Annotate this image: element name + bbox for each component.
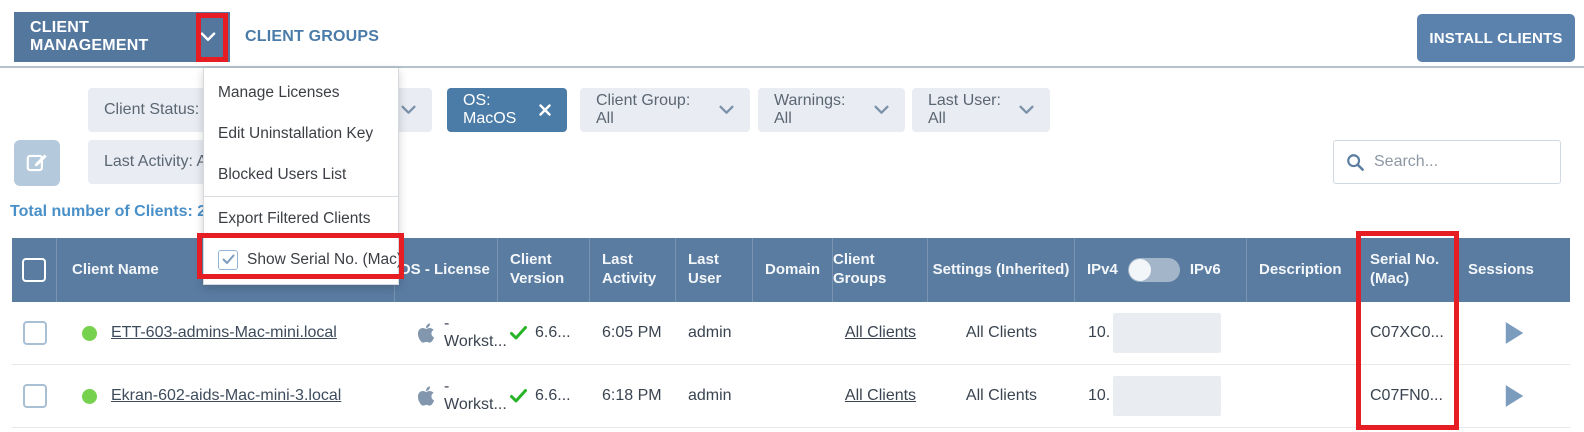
menu-item-manage-licenses[interactable]: Manage Licenses xyxy=(204,72,398,113)
header-description[interactable]: Description xyxy=(1247,238,1358,302)
menu-item-show-serial-no-mac[interactable]: Show Serial No. (Mac) xyxy=(204,239,398,280)
show-serial-checkbox[interactable] xyxy=(218,250,238,270)
header-domain[interactable]: Domain xyxy=(753,238,833,302)
serial-no-text: C07XC0... xyxy=(1358,302,1458,364)
filter-last-activity-label: Last Activity: A xyxy=(104,153,207,171)
chevron-down-icon xyxy=(401,105,416,115)
close-icon[interactable] xyxy=(539,104,551,116)
header-select-all xyxy=(12,238,57,302)
version-ok-check-icon xyxy=(510,326,527,340)
menu-item-blocked-users-list[interactable]: Blocked Users List xyxy=(204,154,398,195)
total-clients-count: Total number of Clients: 2 xyxy=(10,203,206,221)
table-row: Ekran-602-aids-Mac-mini-3.local - Workst… xyxy=(12,365,1570,428)
header-sessions[interactable]: Sessions xyxy=(1458,238,1570,302)
header-ip: IPv4 IPv6 xyxy=(1075,238,1247,302)
filter-last-user-label: Last User: All xyxy=(928,92,1007,128)
client-version-text: 6.6... xyxy=(535,387,571,405)
last-activity-text: 6:05 PM xyxy=(590,302,676,364)
client-name-link[interactable]: ETT-603-admins-Mac-mini.local xyxy=(111,324,337,342)
install-clients-button[interactable]: INSTALL CLIENTS xyxy=(1417,14,1575,62)
client-management-dropdown-menu: Manage Licenses Edit Uninstallation Key … xyxy=(203,68,399,285)
pencil-square-icon xyxy=(24,150,50,176)
table-row: ETT-603-admins-Mac-mini.local - Workst..… xyxy=(12,302,1570,365)
last-activity-text: 6:18 PM xyxy=(590,365,676,427)
select-all-checkbox[interactable] xyxy=(22,258,46,282)
description-text xyxy=(1247,302,1358,364)
redacted-ip-block xyxy=(1113,376,1221,416)
search-icon xyxy=(1346,153,1364,171)
redacted-ip-block xyxy=(1113,313,1221,353)
header-serial-no-mac[interactable]: Serial No. (Mac) xyxy=(1358,238,1458,302)
menu-divider xyxy=(204,196,398,197)
filter-last-user[interactable]: Last User: All xyxy=(912,88,1050,132)
filter-os-macos[interactable]: OS: MacOS xyxy=(447,88,567,132)
filter-warnings-label: Warnings: All xyxy=(774,92,862,128)
toggle-knob xyxy=(1129,259,1151,281)
online-status-icon xyxy=(82,326,97,341)
client-version-text: 6.6... xyxy=(535,324,571,342)
filter-client-status-label: Client Status: xyxy=(104,101,199,119)
ip-prefix-text: 10. xyxy=(1088,387,1110,405)
domain-text xyxy=(753,302,833,364)
tab-client-groups[interactable]: CLIENT GROUPS xyxy=(245,12,379,62)
online-status-icon xyxy=(82,389,97,404)
client-management-screen: CLIENT MANAGEMENT CLIENT GROUPS INSTALL … xyxy=(0,0,1584,432)
play-sessions-button[interactable] xyxy=(1503,384,1526,408)
chevron-down-icon xyxy=(719,105,734,115)
last-user-text: admin xyxy=(676,302,753,364)
row-checkbox[interactable] xyxy=(23,384,47,408)
filter-client-group[interactable]: Client Group: All xyxy=(580,88,750,132)
header-last-activity[interactable]: Last Activity xyxy=(590,238,676,302)
client-groups-link[interactable]: All Clients xyxy=(845,324,916,342)
apple-icon xyxy=(417,322,435,344)
filter-client-group-label: Client Group: All xyxy=(596,92,707,128)
show-serial-label: Show Serial No. (Mac) xyxy=(247,251,402,269)
ipv6-label: IPv6 xyxy=(1190,261,1221,280)
serial-no-text: C07FN0... xyxy=(1358,365,1458,427)
client-name-link[interactable]: Ekran-602-aids-Mac-mini-3.local xyxy=(111,387,341,405)
last-user-text: admin xyxy=(676,365,753,427)
filter-warnings[interactable]: Warnings: All xyxy=(758,88,905,132)
filter-os-label: OS: MacOS xyxy=(463,92,527,128)
client-management-label: CLIENT MANAGEMENT xyxy=(30,19,200,55)
domain-text xyxy=(753,365,833,427)
chevron-down-icon xyxy=(874,105,889,115)
header-os-license[interactable]: OS - License xyxy=(395,238,498,302)
menu-item-export-filtered-clients[interactable]: Export Filtered Clients xyxy=(204,198,398,239)
ipv4-ipv6-toggle[interactable] xyxy=(1128,258,1180,282)
version-ok-check-icon xyxy=(510,389,527,403)
chevron-down-icon[interactable] xyxy=(200,32,216,42)
header-last-user[interactable]: Last User xyxy=(676,238,753,302)
menu-item-edit-uninstallation-key[interactable]: Edit Uninstallation Key xyxy=(204,113,398,154)
chevron-down-icon xyxy=(1019,105,1034,115)
client-groups-link[interactable]: All Clients xyxy=(845,387,916,405)
header-client-version[interactable]: Client Version xyxy=(498,238,590,302)
apple-icon xyxy=(417,385,435,407)
ip-prefix-text: 10. xyxy=(1088,324,1110,342)
ipv4-label: IPv4 xyxy=(1087,261,1118,280)
search-input[interactable] xyxy=(1374,153,1548,171)
description-text xyxy=(1247,365,1358,427)
edit-filters-button[interactable] xyxy=(14,140,60,186)
settings-text: All Clients xyxy=(928,302,1075,364)
search-box xyxy=(1333,140,1561,184)
header-settings[interactable]: Settings (Inherited) xyxy=(928,238,1075,302)
row-checkbox[interactable] xyxy=(23,321,47,345)
settings-text: All Clients xyxy=(928,365,1075,427)
play-sessions-button[interactable] xyxy=(1503,321,1526,345)
header-client-groups[interactable]: Client Groups xyxy=(833,238,928,302)
tab-client-management[interactable]: CLIENT MANAGEMENT xyxy=(14,12,230,62)
